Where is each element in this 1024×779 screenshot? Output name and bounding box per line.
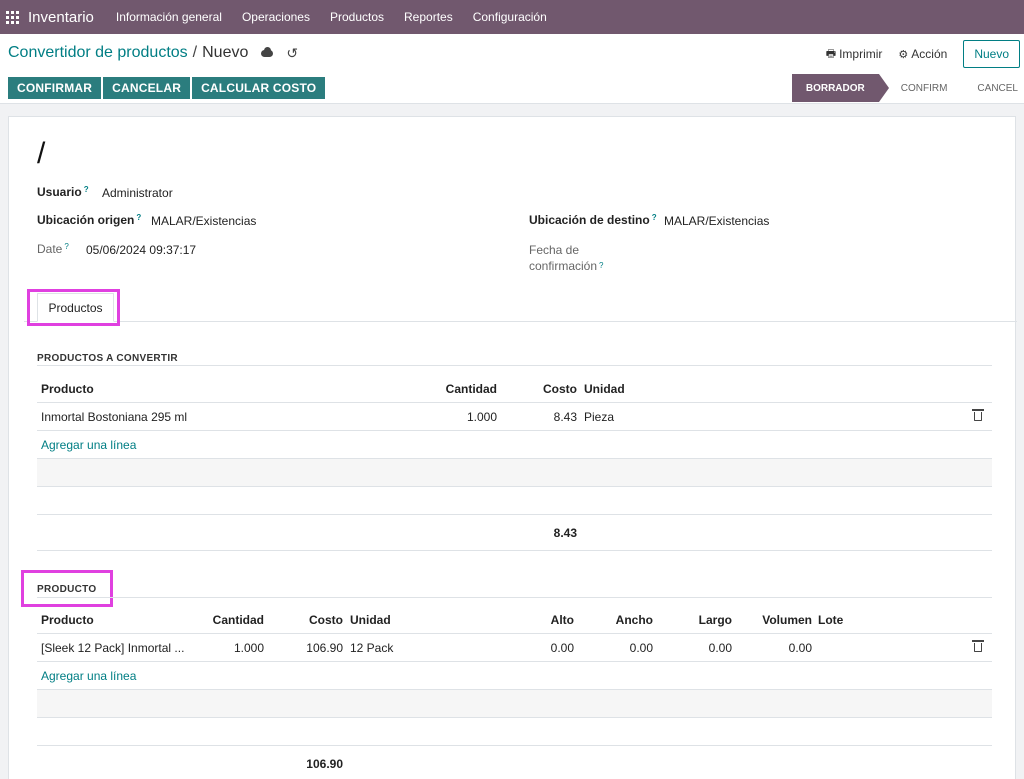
top-navbar: Inventario Información general Operacion… bbox=[0, 0, 1024, 34]
empty-row bbox=[37, 690, 992, 718]
status-draft[interactable]: BORRADOR bbox=[791, 74, 889, 102]
tab-divider bbox=[24, 321, 1017, 322]
breadcrumb-separator: / bbox=[192, 44, 198, 61]
confirm-button[interactable]: CONFIRMAR bbox=[8, 77, 102, 99]
date-field[interactable]: 05/06/2024 09:37:17 bbox=[86, 243, 196, 257]
empty-row bbox=[37, 459, 992, 487]
menu-configuracion[interactable]: Configuración bbox=[463, 10, 557, 24]
breadcrumb-parent-link[interactable]: Convertidor de productos bbox=[8, 44, 188, 62]
apps-grid-icon[interactable] bbox=[6, 10, 19, 24]
row-product[interactable]: [Sleek 12 Pack] Inmortal ... bbox=[41, 634, 186, 662]
origin-location-label: Ubicación origen? bbox=[37, 213, 142, 227]
user-label: Usuario? bbox=[37, 185, 89, 199]
origin-location-field[interactable]: MALAR/Existencias bbox=[151, 214, 256, 228]
col-cost[interactable]: Costo bbox=[543, 375, 577, 403]
app-brand[interactable]: Inventario bbox=[28, 9, 94, 26]
cost-total: 8.43 bbox=[553, 526, 577, 540]
col-length[interactable]: Largo bbox=[699, 606, 732, 634]
cancel-button[interactable]: CANCELAR bbox=[103, 77, 191, 99]
table-header: Producto Cantidad Costo Unidad bbox=[37, 375, 992, 403]
save-cloud-icon[interactable] bbox=[260, 46, 274, 60]
action-label: Acción bbox=[911, 47, 948, 61]
convert-products-table: Producto Cantidad Costo Unidad Inmortal … bbox=[37, 375, 992, 551]
status-cancel[interactable]: CANCEL bbox=[959, 74, 1024, 102]
control-panel: Convertidor de productos / Nuevo ↺ 🖶 Imp… bbox=[0, 34, 1024, 104]
row-cost[interactable]: 106.90 bbox=[306, 634, 343, 662]
empty-row bbox=[37, 718, 992, 746]
dest-location-label: Ubicación de destino? bbox=[529, 213, 657, 227]
date-label: Date? bbox=[37, 242, 69, 256]
row-qty[interactable]: 1.000 bbox=[467, 403, 497, 431]
row-width[interactable]: 0.00 bbox=[630, 634, 653, 662]
add-line-row: Agregar una línea bbox=[37, 431, 992, 459]
help-icon[interactable]: ? bbox=[64, 242, 68, 251]
form-sheet: / Usuario? Administrator Ubicación orige… bbox=[8, 116, 1017, 779]
add-line-row: Agregar una línea bbox=[37, 662, 992, 690]
highlight-box-tab bbox=[27, 289, 120, 326]
highlight-box-section bbox=[21, 570, 113, 607]
status-bar: BORRADOR CONFIRM CANCEL bbox=[791, 74, 1024, 102]
empty-row bbox=[37, 487, 992, 515]
help-icon[interactable]: ? bbox=[136, 213, 141, 222]
discard-undo-icon[interactable]: ↺ bbox=[286, 45, 298, 62]
col-cost[interactable]: Costo bbox=[309, 606, 343, 634]
menu-informacion-general[interactable]: Información general bbox=[106, 10, 232, 24]
record-name: / bbox=[37, 137, 46, 170]
help-icon[interactable]: ? bbox=[652, 213, 657, 222]
row-height[interactable]: 0.00 bbox=[551, 634, 574, 662]
col-volume[interactable]: Volumen bbox=[762, 606, 812, 634]
status-confirm[interactable]: CONFIRM bbox=[879, 74, 960, 102]
help-icon[interactable]: ? bbox=[84, 185, 89, 194]
col-product[interactable]: Producto bbox=[41, 375, 94, 403]
col-unit[interactable]: Unidad bbox=[350, 606, 391, 634]
col-unit[interactable]: Unidad bbox=[584, 375, 625, 403]
table-footer: 106.90 bbox=[37, 746, 992, 779]
gear-icon: ⚙ bbox=[898, 48, 909, 61]
trash-icon[interactable] bbox=[972, 640, 984, 652]
col-qty[interactable]: Cantidad bbox=[446, 375, 497, 403]
action-bar: CONFIRMAR CANCELAR CALCULAR COSTO bbox=[8, 77, 327, 99]
col-height[interactable]: Alto bbox=[551, 606, 574, 634]
trash-icon[interactable] bbox=[972, 409, 984, 421]
menu-reportes[interactable]: Reportes bbox=[394, 10, 463, 24]
row-cost[interactable]: 8.43 bbox=[554, 403, 577, 431]
printer-icon: 🖶 bbox=[825, 47, 837, 60]
new-button[interactable]: Nuevo bbox=[963, 40, 1020, 68]
action-menu-button[interactable]: ⚙ Acción bbox=[898, 47, 947, 61]
row-unit[interactable]: Pieza bbox=[584, 403, 614, 431]
menu-operaciones[interactable]: Operaciones bbox=[232, 10, 320, 24]
col-product[interactable]: Producto bbox=[41, 606, 94, 634]
top-right-tools: 🖶 Imprimir ⚙ Acción Nuevo bbox=[826, 40, 1020, 68]
dest-location-field[interactable]: MALAR/Existencias bbox=[664, 214, 769, 228]
cost-total: 106.90 bbox=[306, 757, 343, 771]
row-qty[interactable]: 1.000 bbox=[234, 634, 264, 662]
print-button[interactable]: 🖶 Imprimir bbox=[826, 45, 883, 64]
table-row[interactable]: [Sleek 12 Pack] Inmortal ... 1.000 106.9… bbox=[37, 634, 992, 662]
add-line-link[interactable]: Agregar una línea bbox=[41, 431, 136, 459]
row-volume[interactable]: 0.00 bbox=[789, 634, 812, 662]
col-lot[interactable]: Lote bbox=[818, 606, 843, 634]
table-row[interactable]: Inmortal Bostoniana 295 ml 1.000 8.43 Pi… bbox=[37, 403, 992, 431]
menu-productos[interactable]: Productos bbox=[320, 10, 394, 24]
row-length[interactable]: 0.00 bbox=[709, 634, 732, 662]
section-divider bbox=[37, 365, 992, 366]
breadcrumb-current: Nuevo bbox=[202, 44, 249, 61]
col-width[interactable]: Ancho bbox=[616, 606, 653, 634]
help-icon[interactable]: ? bbox=[599, 261, 603, 270]
breadcrumb: Convertidor de productos / Nuevo ↺ bbox=[8, 44, 298, 62]
compute-cost-button[interactable]: CALCULAR COSTO bbox=[192, 77, 326, 99]
section-divider bbox=[37, 597, 992, 598]
result-product-table: Producto Cantidad Costo Unidad Alto Anch… bbox=[37, 606, 992, 779]
table-footer: 8.43 bbox=[37, 515, 992, 551]
row-unit[interactable]: 12 Pack bbox=[350, 634, 393, 662]
convert-section-title: PRODUCTOS A CONVERTIR bbox=[37, 353, 178, 364]
col-qty[interactable]: Cantidad bbox=[213, 606, 264, 634]
print-label: Imprimir bbox=[839, 47, 883, 61]
table-header: Producto Cantidad Costo Unidad Alto Anch… bbox=[37, 606, 992, 634]
confirm-date-label: Fecha de confirmación? bbox=[529, 243, 604, 273]
user-field[interactable]: Administrator bbox=[102, 186, 173, 200]
add-line-link[interactable]: Agregar una línea bbox=[41, 662, 136, 690]
row-product[interactable]: Inmortal Bostoniana 295 ml bbox=[41, 403, 187, 431]
